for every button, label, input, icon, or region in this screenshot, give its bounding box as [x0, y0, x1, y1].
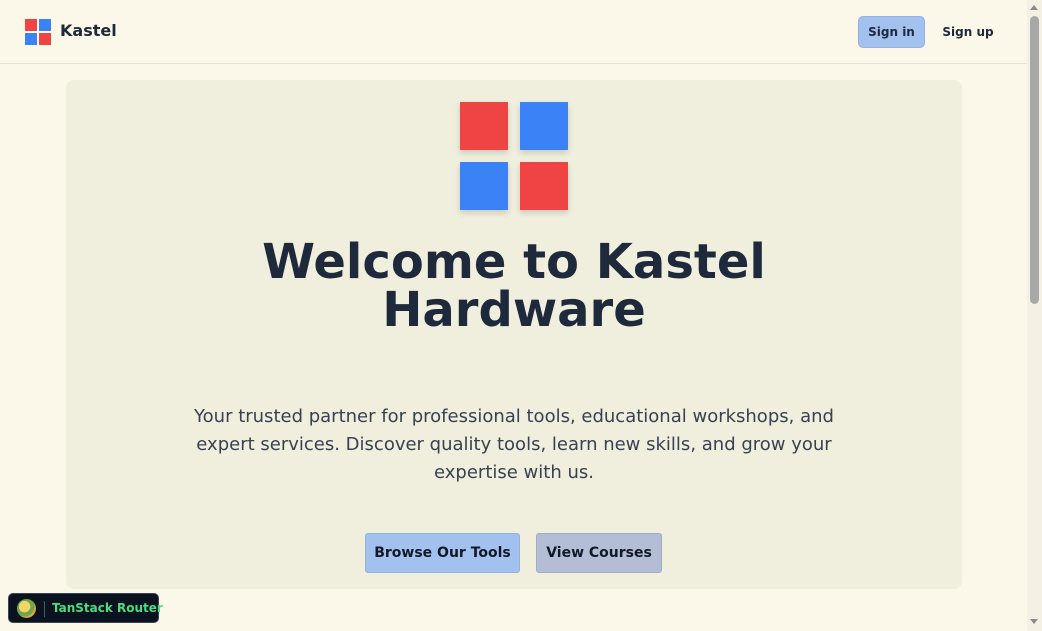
- tanstack-logo-icon: [17, 599, 36, 618]
- hero-square-red: [520, 162, 568, 210]
- top-navbar: Kastel Sign in Sign up: [0, 0, 1027, 64]
- scroll-up-arrow-icon[interactable]: [1030, 5, 1038, 10]
- devtools-label: TanStack Router: [52, 601, 163, 615]
- hero-title-line2: Hardware: [382, 282, 646, 338]
- browse-tools-button[interactable]: Browse Our Tools: [365, 533, 520, 573]
- page: Kastel Sign in Sign up Welcome to Kastel…: [0, 0, 1042, 631]
- vertical-scrollbar[interactable]: [1027, 0, 1042, 631]
- logo-square-red: [39, 33, 51, 45]
- brand-name[interactable]: Kastel: [60, 21, 117, 40]
- sign-in-button[interactable]: Sign in: [858, 16, 925, 48]
- hero-section: Welcome to Kastel Hardware Your trusted …: [66, 80, 962, 589]
- hero-square-blue: [520, 102, 568, 150]
- logo-square-blue: [25, 33, 37, 45]
- scroll-down-arrow-icon[interactable]: [1030, 619, 1038, 624]
- kastel-logo-icon[interactable]: [25, 19, 51, 45]
- hero-title: Welcome to Kastel Hardware: [66, 238, 962, 334]
- logo-square-blue: [39, 19, 51, 31]
- hero-square-red: [460, 102, 508, 150]
- logo-square-red: [25, 19, 37, 31]
- hero-square-blue: [460, 162, 508, 210]
- divider: [44, 601, 45, 617]
- scrollbar-thumb[interactable]: [1030, 16, 1039, 304]
- tanstack-router-devtools-toggle[interactable]: TanStack Router: [8, 593, 163, 623]
- sign-up-button[interactable]: Sign up: [938, 16, 998, 48]
- hero-description: Your trusted partner for professional to…: [194, 406, 834, 483]
- hero-logo-icon: [460, 102, 568, 210]
- view-courses-button[interactable]: View Courses: [536, 533, 662, 573]
